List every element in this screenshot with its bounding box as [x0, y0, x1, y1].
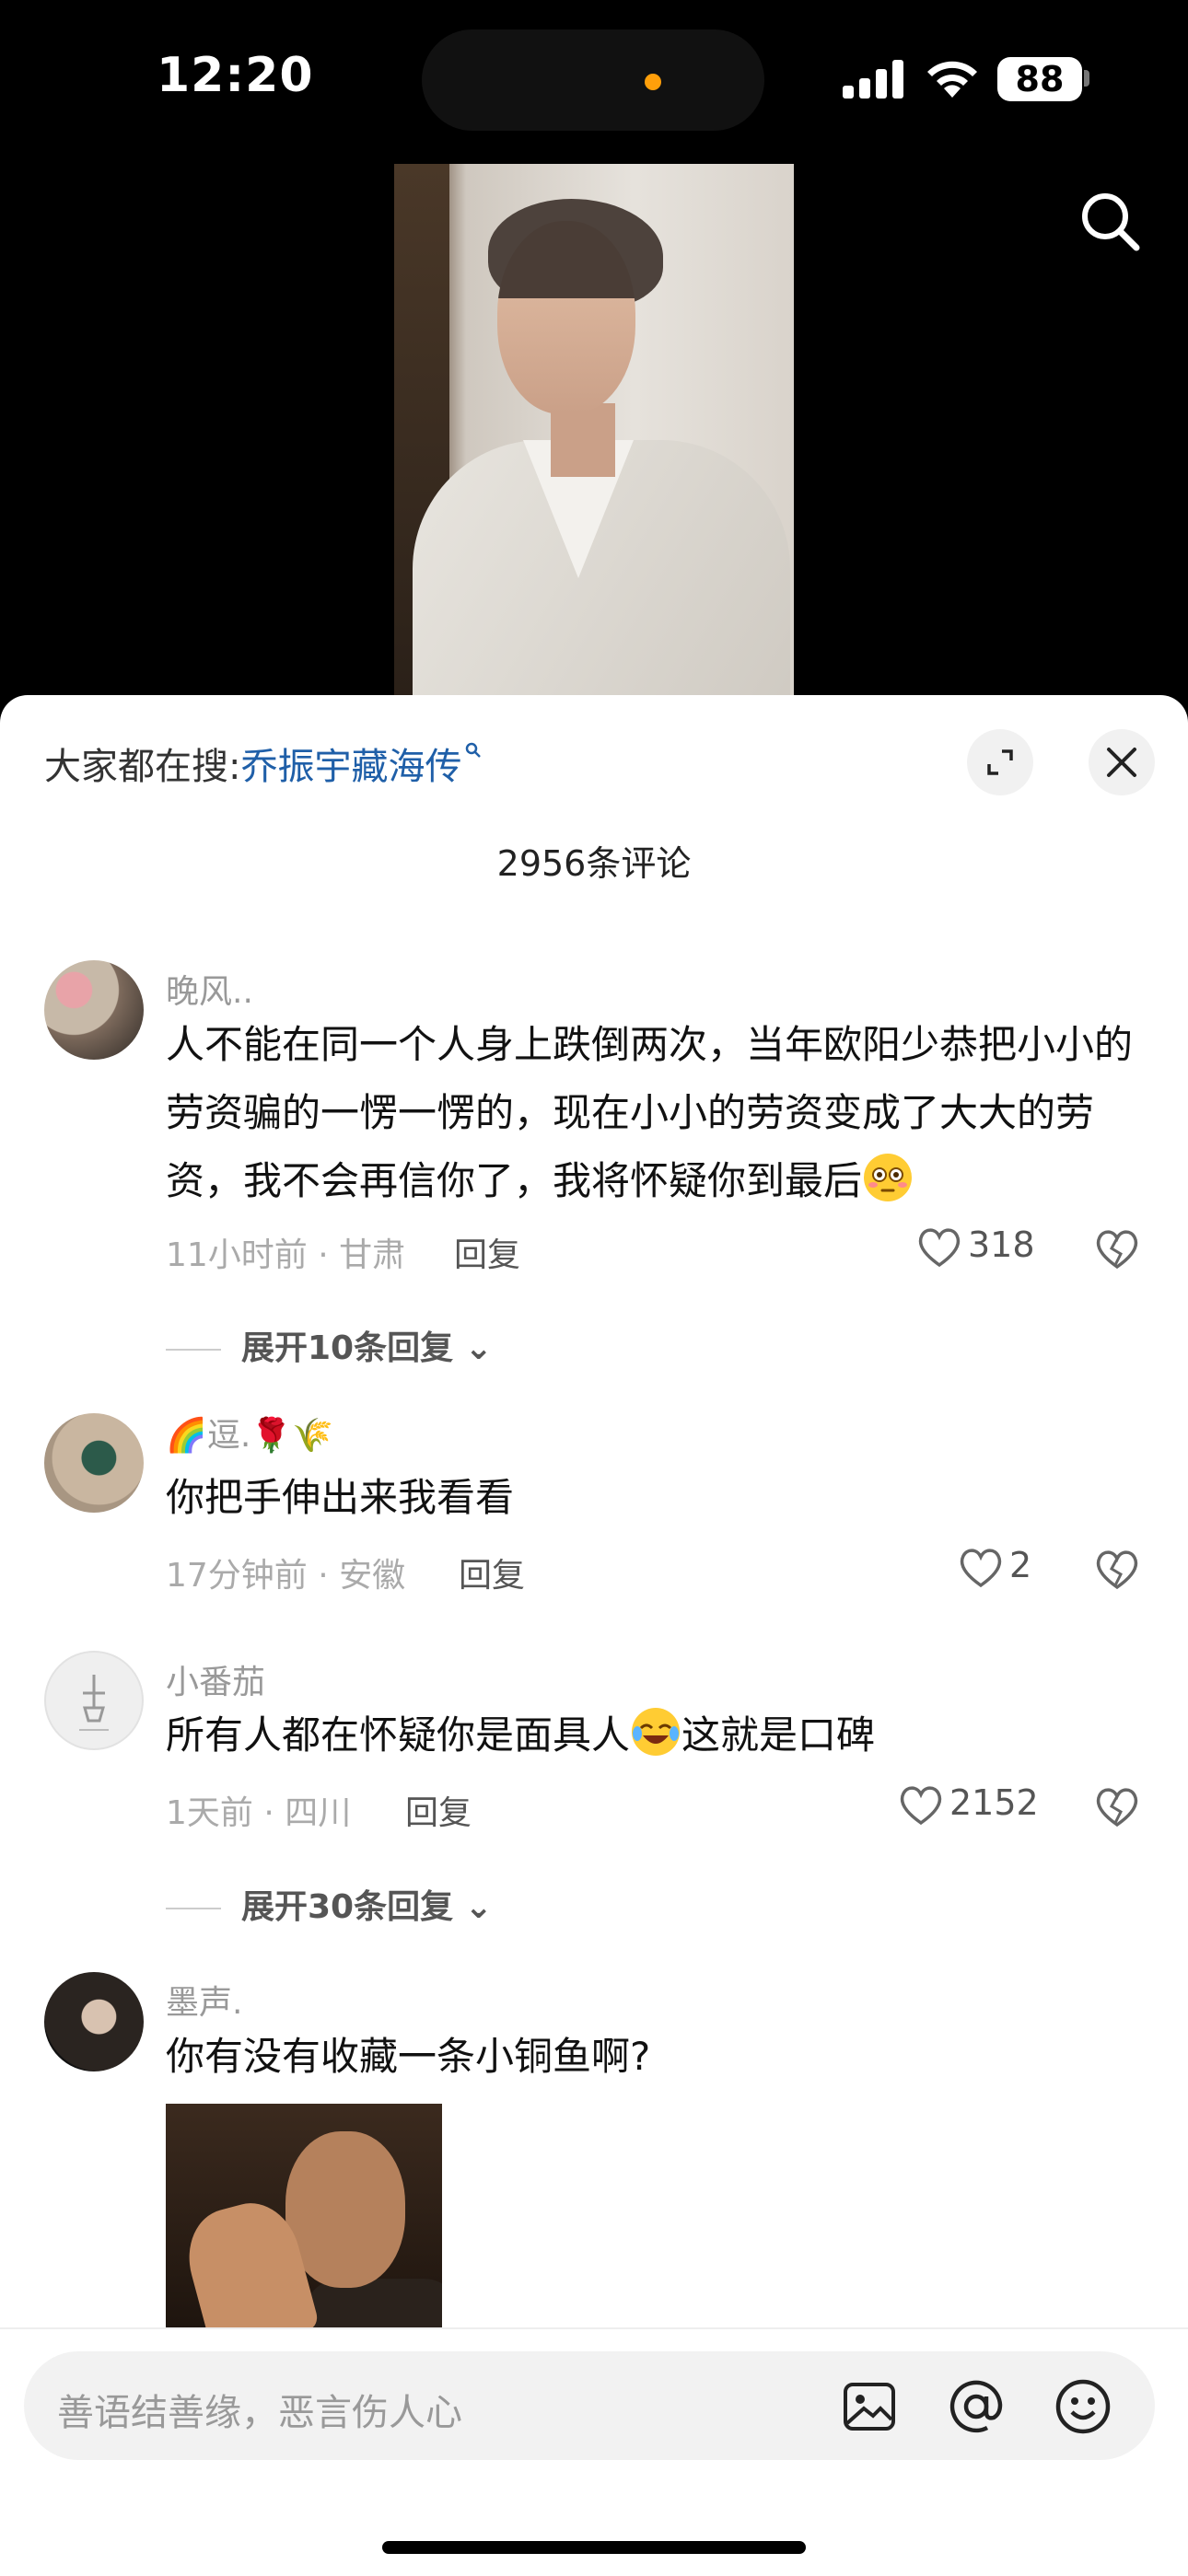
reply-button[interactable]: 回复: [454, 1228, 520, 1276]
reply-button[interactable]: 回复: [459, 1549, 525, 1596]
dislike-icon[interactable]: [1094, 1228, 1140, 1271]
like-button[interactable]: 2152: [898, 1782, 1039, 1827]
avatar[interactable]: [44, 1413, 144, 1513]
cellular-signal-icon: [843, 60, 903, 99]
comment-text: 你把手伸出来我看看: [166, 1475, 515, 1520]
like-count: 318: [968, 1224, 1035, 1265]
comment-username[interactable]: 小番茄: [166, 1655, 265, 1703]
comment-meta: 11小时前 · 甘肃: [166, 1236, 406, 1274]
close-button[interactable]: [1089, 729, 1155, 795]
comment-username[interactable]: 墨声.: [166, 1976, 242, 2024]
comment-text: 所有人都在怀疑你是面具人 这就是口碑: [166, 1701, 1151, 1770]
like-count: 2: [1009, 1545, 1032, 1585]
comment-meta: 17分钟前 · 安徽: [166, 1557, 406, 1595]
heart-icon: [960, 1548, 1002, 1587]
comment-username[interactable]: 晚风..: [166, 965, 253, 1013]
wifi-icon: [927, 61, 977, 98]
heart-icon: [900, 1785, 942, 1825]
comment-input[interactable]: 善语结善缘，恶言伤人心: [24, 2351, 1155, 2460]
comment-text: 你有没有收藏一条小铜鱼啊?: [166, 2034, 651, 2079]
status-bar: 12:20 88: [0, 0, 1188, 157]
comment-meta: 1天前 · 四川: [166, 1794, 352, 1832]
dislike-icon[interactable]: [1094, 1786, 1140, 1828]
video-player[interactable]: [394, 164, 794, 703]
image-icon[interactable]: [840, 2377, 899, 2436]
comment-count: 2956条评论: [496, 843, 692, 884]
emoji-icon[interactable]: [1054, 2377, 1112, 2436]
rose-icon: 🌹: [250, 1417, 293, 1455]
avatar[interactable]: [44, 960, 144, 1060]
flushed-emoji-icon: [864, 1154, 913, 1201]
chevron-down-icon: ⌄: [464, 1888, 493, 1926]
mention-icon[interactable]: [947, 2377, 1006, 2436]
like-button[interactable]: 318: [916, 1224, 1035, 1269]
avatar[interactable]: [44, 1972, 144, 2071]
battery-cap: [1084, 70, 1089, 87]
like-button[interactable]: 2: [958, 1545, 1031, 1589]
expand-sheet-button[interactable]: [967, 729, 1033, 795]
clock: 12:20: [157, 48, 314, 103]
dislike-icon[interactable]: [1094, 1549, 1140, 1591]
expand-replies-button[interactable]: 展开30条回复 ⌄: [166, 1880, 493, 1928]
reply-button[interactable]: 回复: [405, 1786, 472, 1834]
rainbow-icon: 🌈: [166, 1417, 207, 1455]
home-indicator[interactable]: [382, 2541, 806, 2554]
avatar-glyph: [79, 1675, 109, 1731]
search-small-icon: [466, 742, 482, 758]
dynamic-island: [422, 29, 764, 131]
hot-search-term[interactable]: 乔振宇藏海传: [240, 746, 461, 788]
chevron-down-icon: ⌄: [464, 1329, 493, 1367]
battery-indicator: 88: [997, 57, 1082, 101]
comment-username[interactable]: 🌈逗.🌹🌾: [166, 1409, 333, 1456]
like-count: 2152: [949, 1782, 1039, 1823]
avatar[interactable]: [44, 1651, 144, 1750]
comment-gif-image[interactable]: [166, 2104, 442, 2343]
search-icon[interactable]: [1077, 189, 1142, 253]
laughing-crying-emoji-icon: [632, 1708, 681, 1756]
comment-input-placeholder: 善语结善缘，恶言伤人心: [57, 2392, 462, 2434]
expand-replies-button[interactable]: 展开10条回复 ⌄: [166, 1321, 493, 1369]
hot-search[interactable]: 大家都在搜:乔振宇藏海传: [44, 737, 482, 790]
expand-icon: [987, 749, 1013, 775]
hot-search-prefix: 大家都在搜:: [44, 746, 241, 788]
rice-icon: 🌾: [292, 1417, 333, 1455]
comment-text: 人不能在同一个人身上跌倒两次，当年欧阳少恭把小小的劳资骗的一愣一愣的，现在小小的…: [166, 1022, 1134, 1203]
close-icon: [1107, 748, 1136, 777]
recording-indicator: [645, 74, 661, 90]
comment-input-bar: 善语结善缘，恶言伤人心: [0, 2327, 1188, 2576]
heart-icon: [918, 1227, 961, 1267]
